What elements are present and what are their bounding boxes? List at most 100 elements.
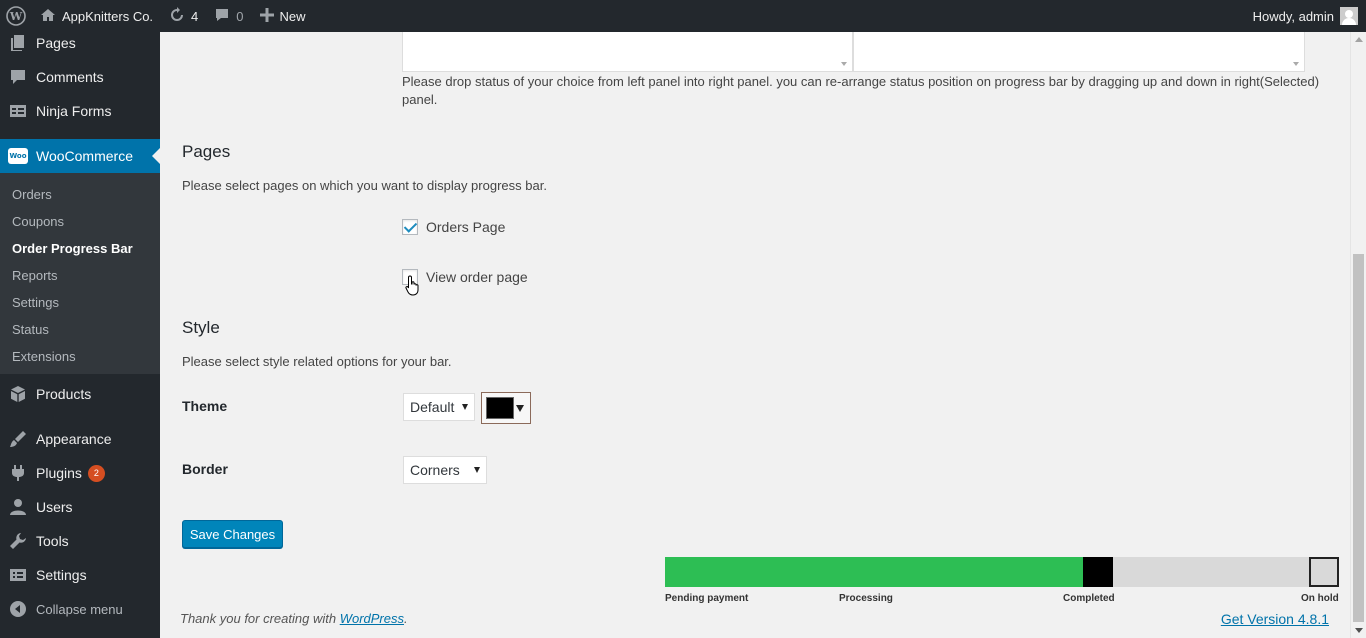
- menu-plugins[interactable]: Plugins 2: [0, 456, 160, 490]
- view-order-page-label: View order page: [426, 269, 528, 285]
- new-content-link[interactable]: New: [252, 0, 314, 32]
- hand-cursor-icon: [405, 275, 419, 296]
- progress-end-marker: [1309, 557, 1339, 587]
- comments-count: 0: [236, 8, 244, 24]
- submenu-coupons[interactable]: Coupons: [12, 214, 64, 229]
- page-scrollbar[interactable]: [1350, 32, 1366, 638]
- wordpress-link[interactable]: WordPress: [340, 611, 404, 626]
- home-icon: [40, 7, 56, 26]
- theme-label: Theme: [182, 398, 228, 414]
- collapse-icon: [0, 600, 36, 618]
- orders-page-label: Orders Page: [426, 219, 506, 235]
- save-changes-button[interactable]: Save Changes: [182, 520, 283, 548]
- plus-icon: [259, 7, 274, 25]
- border-label: Border: [182, 461, 228, 477]
- step-label-on-hold: On hold: [1301, 593, 1339, 604]
- settings-icon: [0, 566, 36, 584]
- menu-tools[interactable]: Tools: [0, 524, 160, 558]
- menu-label: Plugins: [36, 465, 82, 481]
- step-label-pending-payment: Pending payment: [665, 593, 749, 604]
- admin-menu: Pages Comments Ninja Forms Woo WooCommer…: [0, 32, 160, 638]
- new-label: New: [279, 8, 306, 24]
- submenu-extensions[interactable]: Extensions: [12, 349, 76, 364]
- menu-products[interactable]: Products: [0, 377, 160, 411]
- menu-ninja-forms[interactable]: Ninja Forms: [0, 94, 160, 128]
- admin-bar: W AppKnitters Co. 4 0 New Howdy, admin: [0, 0, 1366, 32]
- color-picker[interactable]: [481, 392, 531, 424]
- resize-grip-icon[interactable]: [841, 62, 847, 66]
- ninja-forms-icon: [0, 102, 36, 120]
- menu-appearance[interactable]: Appearance: [0, 422, 160, 456]
- status-help-text: Please drop status of your choice from l…: [402, 74, 1320, 107]
- submenu-settings[interactable]: Settings: [12, 295, 59, 310]
- color-swatch: [486, 397, 514, 419]
- scroll-up-arrow-icon[interactable]: [1355, 37, 1363, 42]
- chevron-down-icon: [462, 404, 468, 410]
- menu-label: WooCommerce: [36, 148, 133, 164]
- tools-icon: [0, 532, 36, 550]
- submenu-reports[interactable]: Reports: [12, 268, 58, 283]
- submenu-orders[interactable]: Orders: [12, 187, 52, 202]
- pages-description: Please select pages on which you want to…: [182, 178, 547, 193]
- scroll-thumb[interactable]: [1353, 254, 1364, 622]
- scroll-down-arrow-icon[interactable]: [1355, 628, 1363, 633]
- updates-icon: [169, 6, 185, 26]
- menu-label: Settings: [36, 567, 87, 583]
- menu-label: Ninja Forms: [36, 103, 112, 119]
- my-account-link[interactable]: Howdy, admin: [1245, 0, 1366, 32]
- style-description: Please select style related options for …: [182, 354, 452, 369]
- get-version-link[interactable]: Get Version 4.8.1: [1221, 611, 1329, 627]
- menu-users[interactable]: Users: [0, 490, 160, 524]
- current-menu-arrow: [152, 148, 160, 164]
- submenu-order-progress-bar[interactable]: Order Progress Bar: [12, 241, 133, 256]
- menu-comments[interactable]: Comments: [0, 60, 160, 94]
- main-content: Please drop status of your choice from l…: [160, 32, 1350, 638]
- collapse-label: Collapse menu: [36, 601, 123, 617]
- border-select[interactable]: Corners: [403, 456, 487, 484]
- menu-settings[interactable]: Settings: [0, 558, 160, 592]
- wordpress-logo-icon[interactable]: W: [0, 0, 32, 32]
- submenu-status[interactable]: Status: [12, 322, 49, 337]
- available-status-panel[interactable]: [402, 32, 853, 72]
- products-icon: [0, 385, 36, 403]
- pages-heading: Pages: [182, 142, 231, 161]
- progress-fill: [665, 557, 1083, 587]
- step-label-completed: Completed: [1063, 593, 1115, 604]
- users-icon: [0, 498, 36, 516]
- orders-page-checkbox[interactable]: [402, 219, 418, 235]
- resize-grip-icon[interactable]: [1293, 62, 1299, 66]
- pages-icon: [0, 34, 36, 52]
- menu-label: Comments: [36, 69, 104, 85]
- theme-select[interactable]: Default: [403, 393, 475, 421]
- menu-label: Tools: [36, 533, 69, 549]
- footer-version: Get Version 4.8.1: [1221, 611, 1329, 627]
- theme-value: Default: [410, 399, 455, 415]
- comments-link[interactable]: 0: [206, 0, 251, 32]
- menu-label: Pages: [36, 35, 76, 51]
- chevron-down-icon: [474, 467, 480, 473]
- step-label-processing: Processing: [839, 593, 893, 604]
- updates-count: 4: [191, 8, 199, 24]
- footer-thanks: Thank you for creating with WordPress.: [180, 611, 408, 626]
- svg-text:W: W: [9, 10, 23, 23]
- border-value: Corners: [410, 462, 460, 478]
- progress-current-marker: [1083, 557, 1113, 587]
- site-name: AppKnitters Co.: [62, 8, 154, 24]
- collapse-menu-button[interactable]: Collapse menu: [0, 592, 160, 626]
- progress-bar-preview: [665, 557, 1339, 587]
- site-name-link[interactable]: AppKnitters Co.: [32, 0, 161, 32]
- chevron-down-icon: [516, 405, 524, 412]
- menu-woocommerce[interactable]: Woo WooCommerce: [0, 139, 160, 173]
- orders-page-option[interactable]: Orders Page: [402, 219, 505, 235]
- woocommerce-icon: Woo: [0, 148, 36, 164]
- style-heading: Style: [182, 318, 220, 337]
- comments-icon: [0, 68, 36, 86]
- menu-label: Appearance: [36, 431, 112, 447]
- menu-label: Users: [36, 499, 73, 515]
- selected-status-panel[interactable]: [853, 32, 1305, 72]
- comment-icon: [214, 7, 230, 26]
- appearance-icon: [0, 430, 36, 448]
- menu-label: Products: [36, 386, 92, 402]
- howdy-text: Howdy, admin: [1252, 8, 1334, 24]
- updates-link[interactable]: 4: [161, 0, 206, 32]
